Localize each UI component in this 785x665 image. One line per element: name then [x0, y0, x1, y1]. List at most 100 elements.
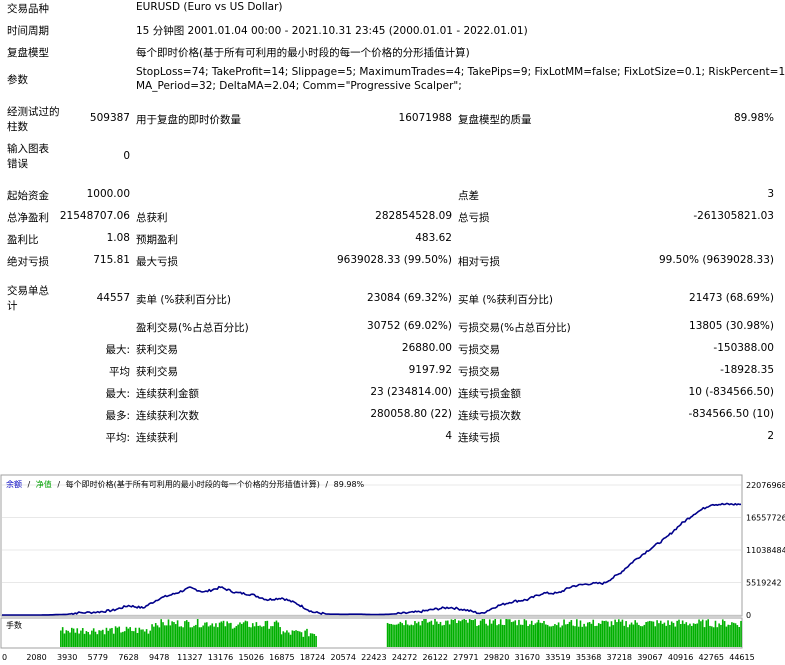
balance-chart-svg: 余额 / 净值 / 每个即时价格(基于所有可利用的最小时段的每一个价格的分形插值…	[0, 474, 785, 662]
lots-bar	[577, 626, 580, 647]
lots-bar	[202, 625, 204, 647]
lots-bar	[548, 626, 551, 647]
profit-trades-value: 30752 (69.02%)	[367, 320, 452, 332]
lots-bar	[723, 621, 726, 647]
lots-bar	[586, 622, 589, 647]
lots-bar	[403, 625, 405, 647]
lots-bar	[479, 620, 482, 647]
lots-bar	[216, 627, 219, 647]
lots-bar	[579, 620, 582, 647]
lots-bar	[426, 622, 429, 647]
lots-bar	[485, 623, 487, 647]
x-tick-label-0: 0	[2, 653, 7, 662]
lots-bar	[492, 620, 495, 647]
lots-bar	[503, 624, 506, 647]
lots-bar	[665, 625, 668, 647]
lots-bar	[654, 626, 657, 647]
lots-bar	[69, 632, 71, 647]
lots-bar	[468, 619, 471, 647]
lots-bar	[308, 636, 310, 647]
lots-bar	[650, 621, 653, 647]
lots-bar	[293, 630, 296, 647]
avg-label: 平均:	[105, 432, 130, 444]
y-tick-label-1: 16557726	[746, 514, 785, 523]
lots-bar	[563, 619, 565, 647]
lots-bar	[211, 623, 214, 647]
lots-bar	[91, 630, 93, 647]
lots-bar	[572, 625, 574, 647]
lots-bar	[690, 625, 693, 647]
lots-bar	[561, 625, 564, 647]
lots-bar	[287, 632, 290, 647]
lots-bar	[196, 619, 199, 647]
lots-bar	[399, 621, 402, 647]
lots-bar	[603, 620, 605, 647]
lots-bar	[100, 630, 102, 647]
lots-bar	[683, 623, 686, 647]
x-tick-label-11: 20574	[331, 653, 356, 662]
lots-bar	[701, 619, 704, 647]
lots-bar	[428, 621, 431, 647]
lots-bar	[523, 619, 526, 647]
lots-bar	[632, 624, 635, 647]
legend-model: 每个即时价格(基于所有可利用的最小时段的每一个价格的分形插值计算)	[66, 479, 320, 489]
lots-bar	[266, 620, 269, 647]
lots-bar	[61, 627, 64, 647]
lots-bar	[87, 632, 90, 647]
lots-bar	[153, 626, 155, 647]
lots-bar	[259, 625, 261, 647]
lots-bar	[129, 627, 131, 647]
lots-bar	[599, 623, 602, 647]
lots-bar	[133, 631, 135, 647]
profit-factor-value: 1.08	[106, 232, 130, 244]
x-tick-label-24: 44615	[729, 653, 754, 662]
lots-bar	[261, 626, 263, 647]
lots-bar	[505, 619, 507, 647]
lots-bar	[180, 626, 183, 647]
initial-deposit-value: 1000.00	[86, 188, 130, 200]
lots-bar	[525, 620, 528, 647]
lots-bar	[698, 619, 700, 647]
x-tick-label-20: 37218	[607, 653, 632, 662]
lots-bar	[213, 626, 215, 647]
lots-bar	[189, 627, 192, 647]
lots-bar	[476, 625, 478, 647]
x-tick-label-16: 29820	[484, 653, 509, 662]
x-tick-label-10: 18724	[300, 653, 325, 662]
lots-bar	[284, 632, 286, 647]
lots-bar	[167, 619, 170, 647]
lots-bar	[446, 620, 449, 647]
x-tick-label-17: 31670	[515, 653, 540, 662]
lots-bar	[711, 626, 713, 647]
largest-loss-value: -150388.00	[713, 342, 774, 354]
bars-tested-label: 经测试过的柱数	[7, 106, 60, 133]
lots-bar	[436, 621, 438, 647]
lots-bar	[738, 627, 740, 647]
legend-sep2: /	[57, 480, 60, 489]
lots-bar	[103, 634, 106, 647]
lots-bar	[720, 624, 722, 647]
lots-bar	[559, 627, 562, 647]
lots-bar	[242, 622, 245, 647]
lots-bar	[574, 626, 576, 647]
lots-bar	[81, 628, 84, 647]
lots-bar	[174, 624, 177, 647]
lots-bar	[401, 623, 403, 647]
lots-bar	[248, 626, 250, 647]
lots-bar	[251, 623, 254, 647]
average-profit-label: 获利交易	[136, 366, 178, 378]
x-tick-label-1: 2080	[26, 653, 46, 662]
lots-bar	[576, 619, 578, 647]
profit-trades-label: 盈利交易(%占总百分比)	[136, 322, 249, 334]
lots-bar	[494, 619, 497, 647]
lots-bar	[257, 625, 260, 647]
lots-bar	[498, 624, 500, 647]
lots-bar	[291, 630, 294, 647]
report-table: 交易品种 EURUSD (Euro vs US Dollar) 时间周期 15 …	[0, 0, 785, 470]
lots-bar	[295, 630, 297, 647]
lots-bar	[224, 626, 227, 647]
lots-bar	[96, 634, 99, 647]
x-tick-label-19: 35368	[576, 653, 601, 662]
lots-bar	[143, 631, 146, 647]
x-tick-label-6: 11327	[177, 653, 202, 662]
